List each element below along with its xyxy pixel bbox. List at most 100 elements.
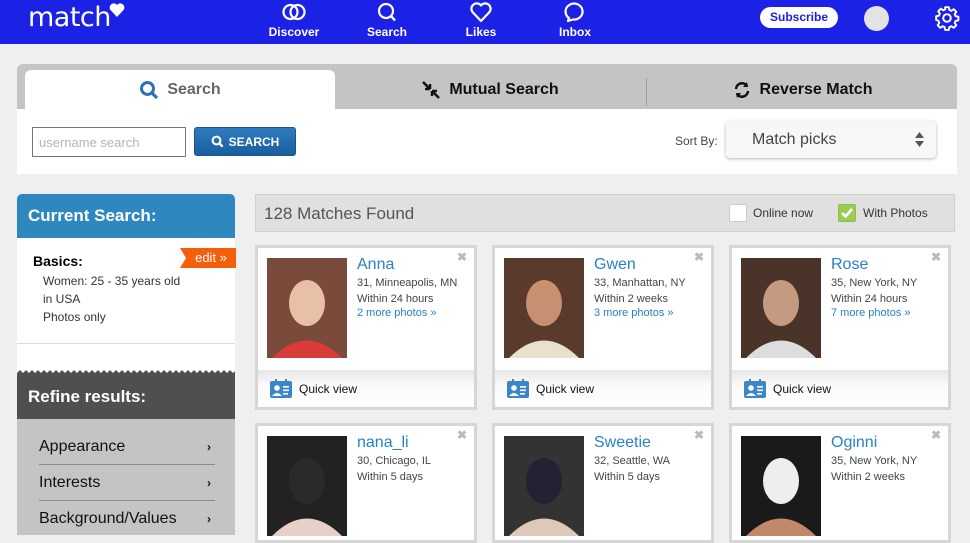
search-icon [377, 2, 396, 22]
select-arrows-icon [915, 132, 924, 147]
profile-photo[interactable] [504, 436, 584, 536]
refresh-arrows-icon [734, 81, 749, 98]
profile-card[interactable]: Anna 31, Minneapolis, MN Within 24 hours 2 … [255, 245, 477, 410]
nav-discover[interactable]: Discover [259, 0, 329, 44]
nav-label: Discover [268, 25, 320, 39]
close-icon[interactable]: ✖ [694, 428, 704, 442]
close-icon[interactable]: ✖ [694, 250, 704, 264]
nav-label: Likes [465, 25, 497, 39]
refine-item-background-values[interactable]: Background/Values › [39, 501, 215, 537]
username-search-input[interactable] [32, 127, 186, 157]
refine-item-label: Background/Values [39, 510, 177, 527]
basics-criteria: Photos only [43, 310, 106, 324]
search-icon [211, 135, 224, 148]
profile-last-active: Within 2 weeks [831, 471, 905, 483]
profile-card[interactable]: nana_li 30, Chicago, IL Within 5 days ✖ [255, 423, 477, 543]
gear-icon[interactable] [934, 5, 960, 31]
contact-card-icon [507, 379, 529, 398]
profile-photo[interactable] [504, 258, 584, 358]
profile-card[interactable]: Gwen 33, Manhattan, NY Within 2 weeks 3 mor… [492, 245, 714, 410]
profile-photo[interactable] [741, 258, 821, 358]
sort-by-label: Sort By: [675, 134, 718, 148]
results-bar: 128 Matches Found Online now With Photos [255, 194, 955, 232]
rings-icon [282, 3, 306, 21]
online-now-checkbox[interactable] [729, 204, 747, 222]
tab-label: Mutual Search [449, 80, 559, 98]
profile-photo[interactable] [267, 258, 347, 358]
current-search-header: Current Search: [17, 194, 235, 238]
quick-view-button[interactable]: Quick view [495, 370, 711, 407]
profile-card[interactable]: Rose 35, New York, NY Within 24 hours 7 mor… [729, 245, 951, 410]
chevron-right-icon: › [207, 476, 211, 490]
basics-label: Basics: [33, 253, 83, 269]
with-photos-checkbox[interactable] [838, 204, 856, 222]
tab-label: Search [167, 80, 221, 98]
nav-likes[interactable]: Likes [446, 0, 516, 44]
subscribe-button[interactable]: Subscribe [760, 7, 838, 28]
sort-by-select[interactable]: Match picks [726, 121, 936, 158]
tab-mutual-search[interactable]: Mutual Search [335, 70, 645, 109]
profile-age-location: 33, Manhattan, NY [594, 277, 686, 289]
search-button[interactable]: SEARCH [194, 127, 296, 156]
profile-name[interactable]: Anna [357, 256, 394, 274]
profile-name[interactable]: Gwen [594, 256, 636, 274]
profile-last-active: Within 24 hours [357, 293, 434, 305]
checkmark-icon [841, 208, 853, 219]
basics-criteria: Women: 25 - 35 years old [43, 274, 181, 288]
search-tab-panel: Search Mutual Search Reverse Match SEARC… [17, 64, 957, 174]
quick-view-button[interactable]: Quick view [732, 370, 948, 407]
profile-name[interactable]: Sweetie [594, 434, 651, 452]
quick-view-label: Quick view [536, 382, 595, 396]
profile-last-active: Within 5 days [357, 471, 424, 483]
profile-photo[interactable] [267, 436, 347, 536]
profile-age-location: 32, Seattle, WA [594, 455, 671, 467]
refine-item-appearance[interactable]: Appearance › [39, 429, 215, 465]
more-photos-link[interactable]: 7 more photos » [831, 307, 911, 319]
logo-text: match [28, 2, 111, 33]
close-icon[interactable]: ✖ [931, 428, 941, 442]
refine-results-list: Appearance › Interests › Background/Valu… [17, 419, 235, 535]
basics-criteria: in USA [43, 292, 81, 306]
top-navigation-bar: match Discover Search Likes Inbox Subscr… [0, 0, 970, 44]
profile-name[interactable]: nana_li [357, 434, 409, 452]
quick-view-label: Quick view [299, 382, 358, 396]
more-photos-link[interactable]: 2 more photos » [357, 307, 437, 319]
profile-age-location: 30, Chicago, IL [357, 455, 431, 467]
user-avatar[interactable] [864, 6, 889, 31]
online-now-label[interactable]: Online now [753, 206, 813, 220]
profile-card[interactable]: Oginni 35, New York, NY Within 2 weeks ✖ [729, 423, 951, 543]
chevron-right-icon: › [207, 512, 211, 526]
refine-item-label: Interests [39, 474, 101, 491]
close-icon[interactable]: ✖ [931, 250, 941, 264]
tab-search[interactable]: Search [25, 70, 335, 109]
nav-label: Inbox [559, 25, 591, 39]
logo-heart-icon [109, 3, 125, 18]
profile-card[interactable]: Sweetie 32, Seattle, WA Within 5 days ✖ [492, 423, 714, 543]
sort-selected-value: Match picks [752, 131, 837, 148]
profile-age-location: 35, New York, NY [831, 455, 918, 467]
search-icon [140, 80, 159, 99]
edit-basics-button[interactable]: edit » [180, 248, 236, 268]
contact-card-icon [270, 379, 292, 398]
more-photos-link[interactable]: 3 more photos » [594, 307, 674, 319]
search-button-label: SEARCH [228, 134, 280, 149]
nav-inbox[interactable]: Inbox [540, 0, 610, 44]
refine-results-header: Refine results: [17, 375, 235, 419]
converging-arrows-icon [422, 80, 441, 99]
tab-reverse-match[interactable]: Reverse Match [647, 70, 957, 109]
profile-name[interactable]: Oginni [831, 434, 877, 452]
match-logo[interactable]: match [28, 2, 125, 33]
quick-view-button[interactable]: Quick view [258, 370, 474, 407]
contact-card-icon [744, 379, 766, 398]
profile-name[interactable]: Rose [831, 256, 868, 274]
tab-label: Reverse Match [759, 80, 873, 98]
refine-item-interests[interactable]: Interests › [39, 465, 215, 501]
profile-photo[interactable] [741, 436, 821, 536]
close-icon[interactable]: ✖ [457, 250, 467, 264]
nav-search[interactable]: Search [352, 0, 422, 44]
refine-item-label: Appearance [39, 438, 126, 455]
chat-bubble-icon [564, 2, 584, 23]
with-photos-label[interactable]: With Photos [863, 206, 928, 220]
nav-label: Search [366, 25, 408, 39]
close-icon[interactable]: ✖ [457, 428, 467, 442]
